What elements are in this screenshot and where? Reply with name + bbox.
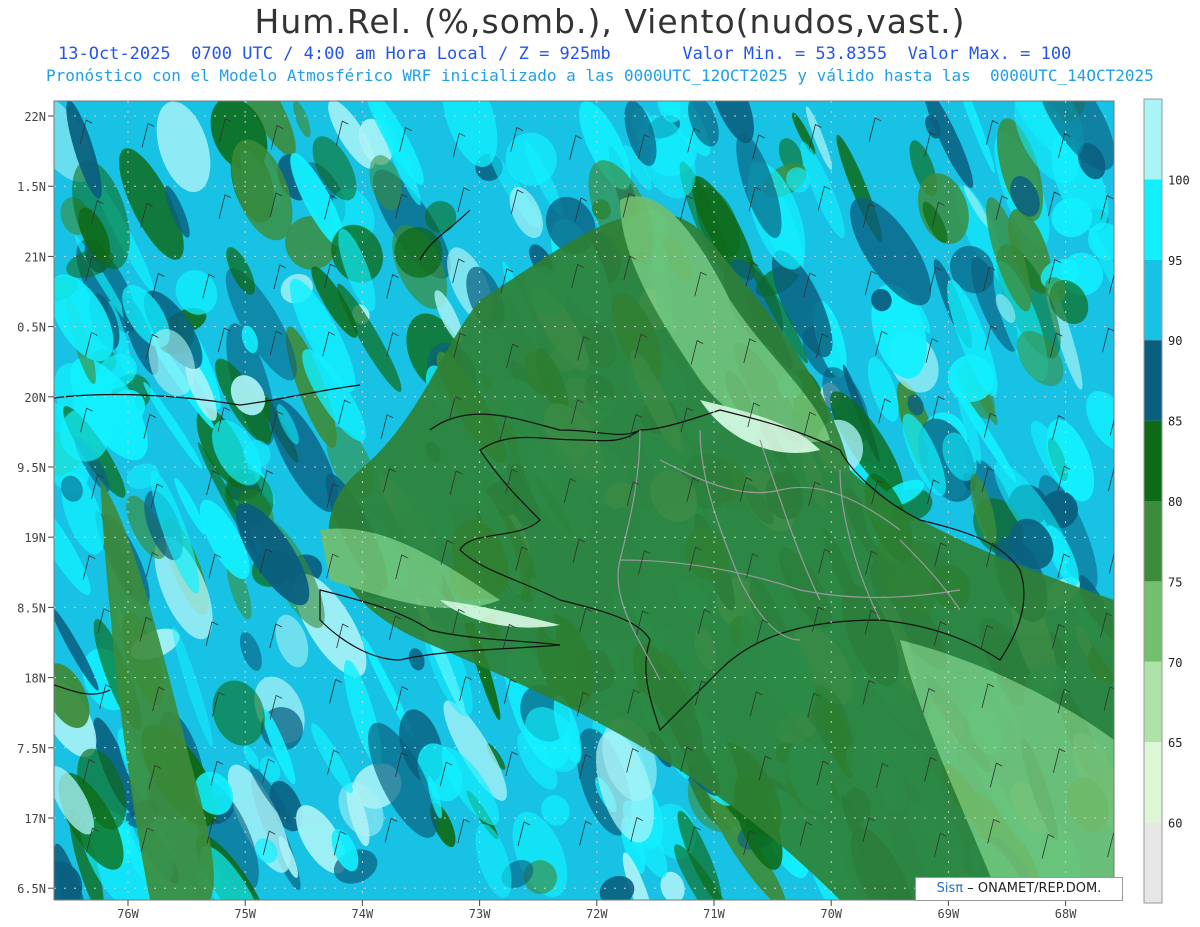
- colorbar-swatch: [1144, 661, 1162, 743]
- wind-barb: [1116, 510, 1128, 526]
- wind-barb: [1116, 160, 1128, 176]
- colorbar-swatch: [1144, 822, 1162, 903]
- lat-tick-label: 18N: [24, 672, 46, 686]
- lat-tick-label: 8.5N: [17, 601, 46, 615]
- colorbar-swatch: [1144, 99, 1162, 180]
- colorbar-swatch: [1144, 742, 1162, 823]
- wind-barb: [1118, 750, 1130, 774]
- colorbar-label: 70: [1168, 656, 1182, 670]
- colorbar-swatch: [1144, 340, 1162, 421]
- colorbar-label: 80: [1168, 495, 1182, 509]
- wind-barb: [1116, 230, 1128, 246]
- wind-barb: [1119, 117, 1131, 141]
- colorbar-label: 90: [1168, 334, 1182, 348]
- lat-tick-label: 0.5N: [17, 321, 46, 335]
- lat-tick-label: 20N: [24, 391, 46, 405]
- lon-tick-label: 76W: [117, 907, 139, 921]
- colorbar-label: 75: [1168, 575, 1182, 589]
- lon-tick-label: 70W: [820, 907, 842, 921]
- humidity-field: [54, 101, 1114, 900]
- credit-box: Sisπ – ONAMET/REP.DOM.: [915, 877, 1123, 901]
- colorbar-swatch: [1144, 581, 1162, 662]
- wind-barb: [1116, 300, 1128, 316]
- wind-barb: [1116, 860, 1128, 876]
- latitude-axis: 22N 1.5N 21N 0.5N 20N 9.5N 19N 8.5N 18N 7.5N 17N 6.…: [17, 110, 54, 896]
- colorbar-swatch: [1144, 179, 1162, 260]
- wind-barb: [1116, 580, 1128, 596]
- colorbar-label: 100: [1168, 173, 1190, 187]
- lat-tick-label: 7.5N: [17, 742, 46, 756]
- lat-tick-label: 1.5N: [17, 180, 46, 194]
- colorbar-label: 65: [1168, 736, 1182, 750]
- lon-tick-label: 69W: [938, 907, 960, 921]
- humidity-map: 22N 1.5N 21N 0.5N 20N 9.5N 19N 8.5N 18N 7.5N 17N 6.…: [17, 98, 1190, 921]
- wind-barb: [1116, 440, 1128, 456]
- lon-tick-label: 75W: [234, 907, 256, 921]
- lat-tick-label: 17N: [24, 812, 46, 826]
- colorbar-label: 85: [1168, 415, 1182, 429]
- lat-tick-label: 22N: [24, 110, 46, 124]
- lon-tick-label: 72W: [586, 907, 608, 921]
- longitude-axis: 76W 75W 74W 73W 72W 71W 70W 69W 68W: [117, 900, 1077, 921]
- colorbar-swatch: [1144, 259, 1162, 341]
- sispi-logo: Sisπ: [936, 881, 964, 896]
- credit-text: – ONAMET/REP.DOM.: [967, 881, 1102, 896]
- colorbar-label: 60: [1168, 817, 1182, 831]
- lon-tick-label: 71W: [703, 907, 725, 921]
- lat-tick-label: 21N: [24, 250, 46, 264]
- colorbar-swatch: [1144, 420, 1162, 501]
- wind-barb: [1116, 790, 1128, 806]
- wind-barb: [1116, 370, 1128, 386]
- colorbar-label: 95: [1168, 254, 1182, 268]
- lat-tick-label: 6.5N: [17, 882, 46, 896]
- lat-tick-label: 9.5N: [17, 461, 46, 475]
- lon-tick-label: 74W: [352, 907, 374, 921]
- colorbar-swatch: [1144, 501, 1162, 582]
- wind-barb: [1116, 720, 1128, 736]
- lon-tick-label: 73W: [469, 907, 491, 921]
- lon-tick-label: 68W: [1055, 907, 1077, 921]
- lat-tick-label: 19N: [24, 531, 46, 545]
- wind-barb: [1116, 650, 1128, 666]
- colorbar: 100 95 90 85 80 75 70 65 60: [1143, 98, 1190, 904]
